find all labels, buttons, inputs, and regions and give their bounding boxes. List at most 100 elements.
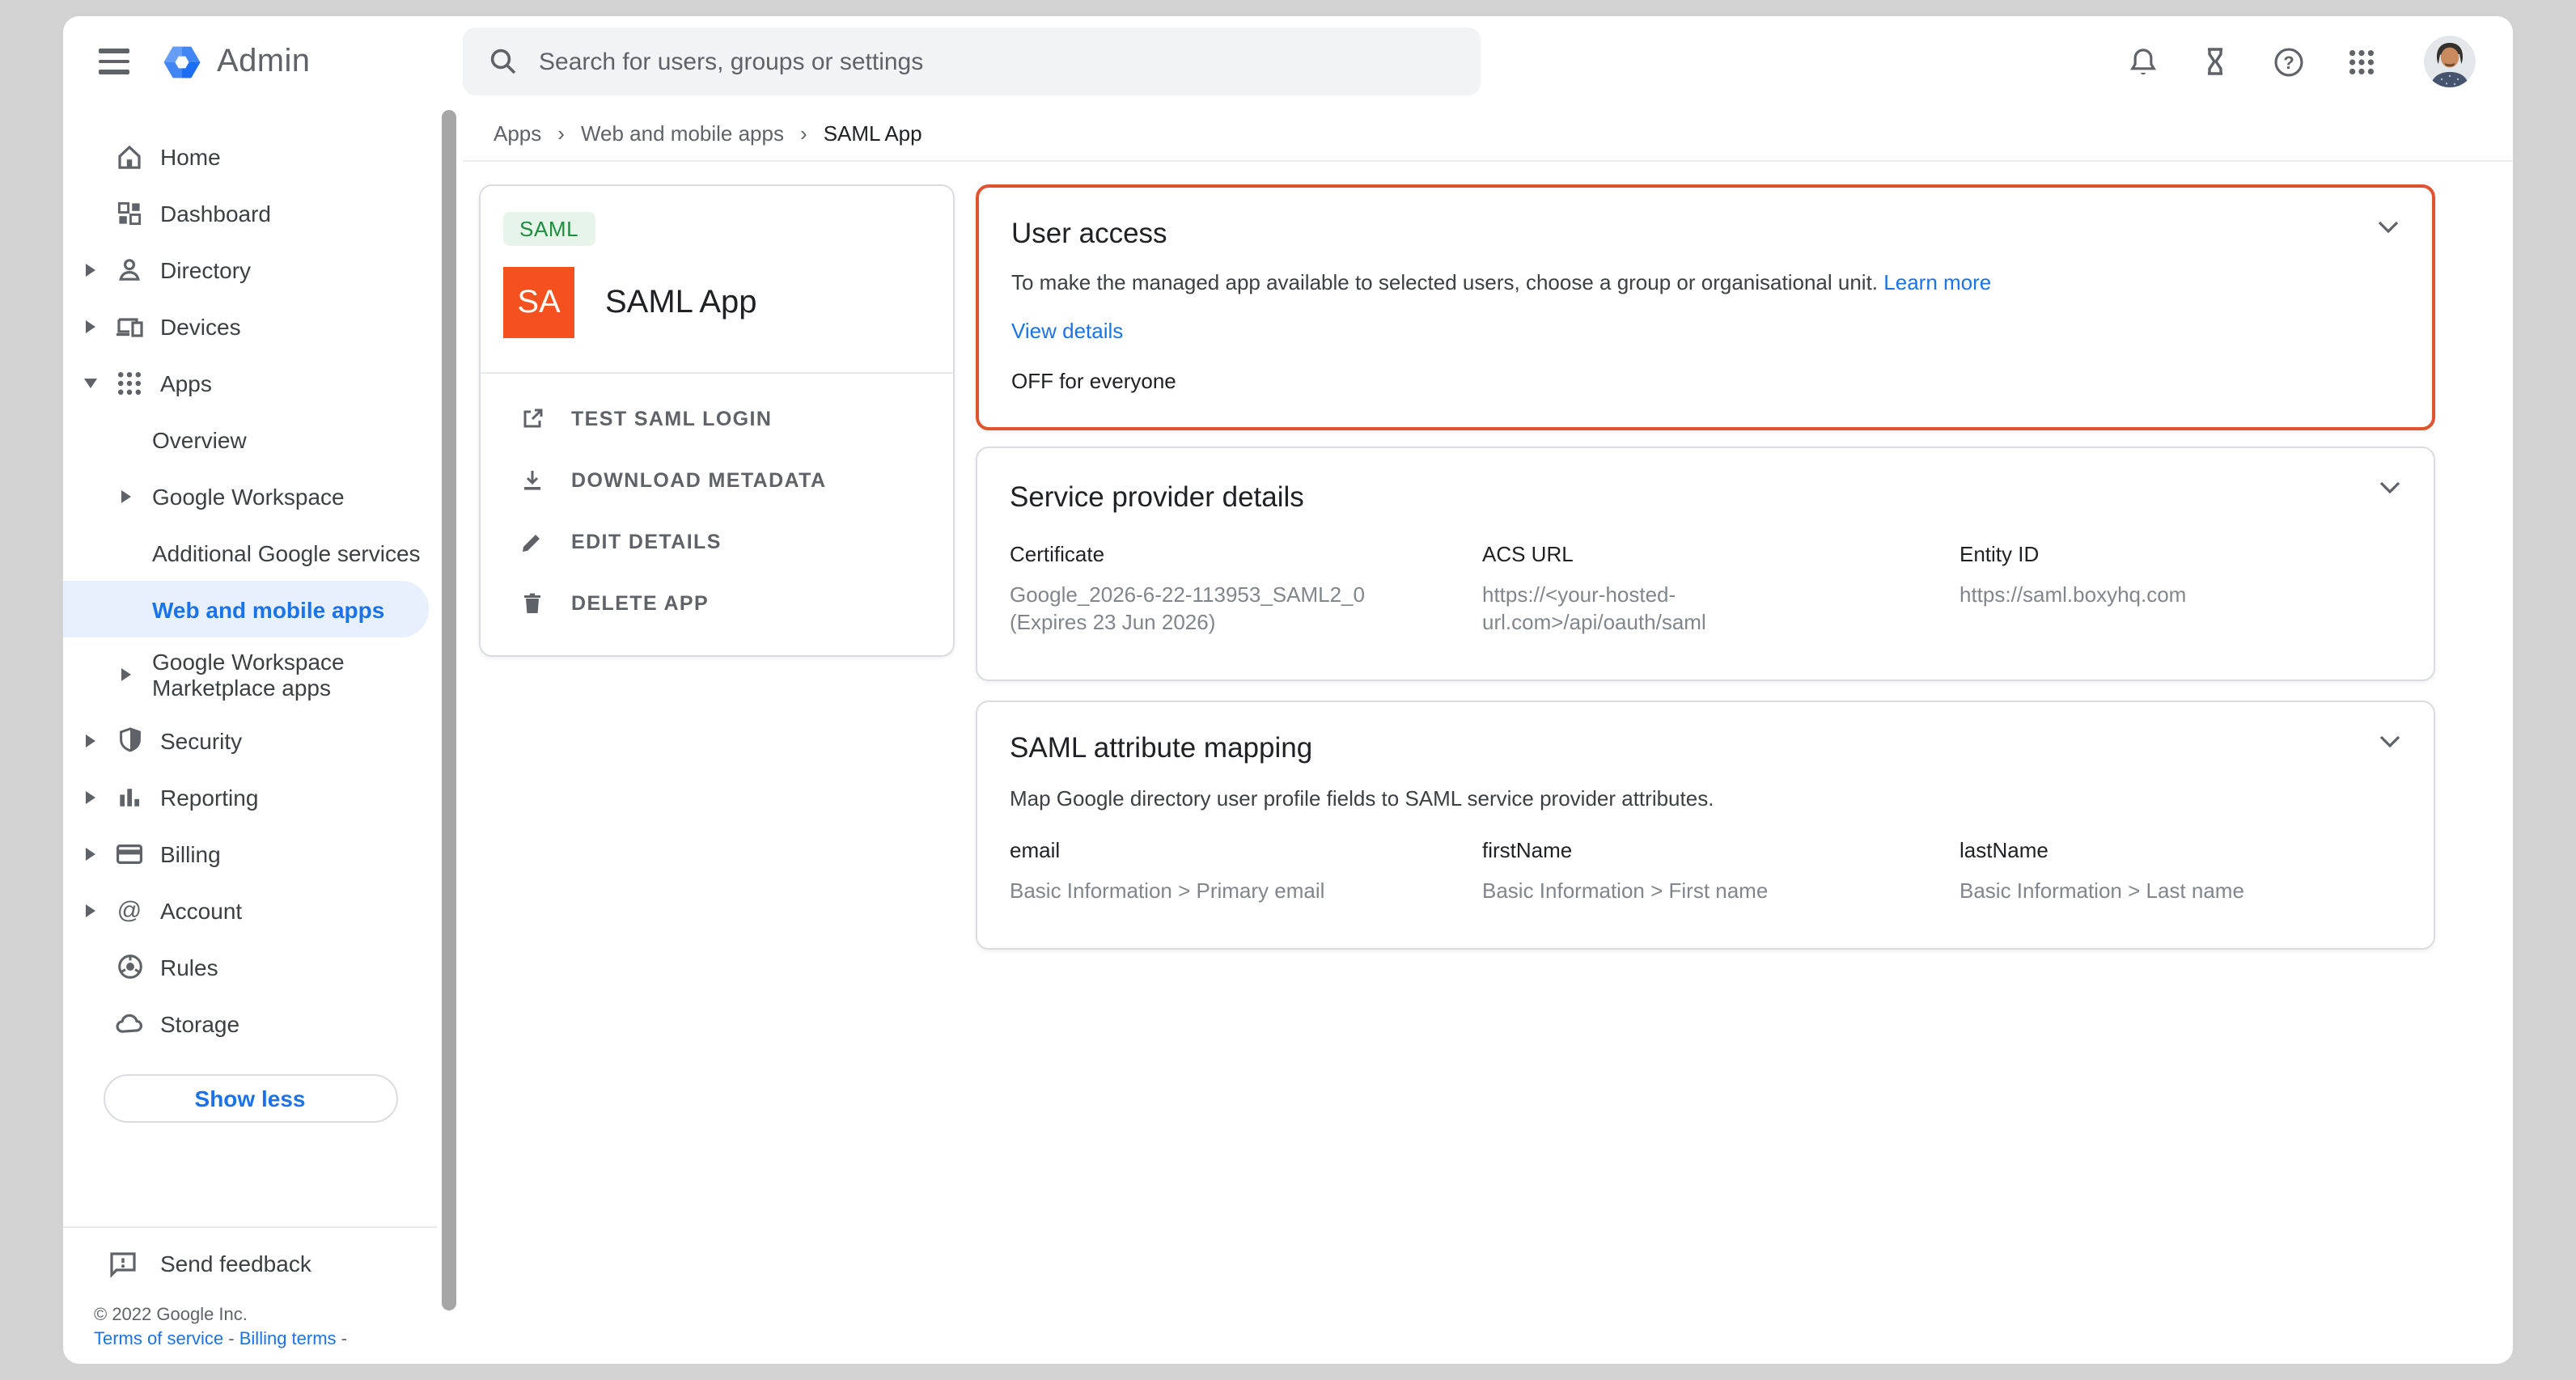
attribute-name: lastName — [1960, 838, 2401, 862]
sidebar-item-account[interactable]: @ Account — [63, 882, 437, 938]
svg-text:?: ? — [2282, 52, 2293, 72]
at-icon: @ — [113, 894, 146, 926]
field-label: Entity ID — [1960, 542, 2401, 566]
admin-logo-icon — [160, 40, 204, 83]
certificate-field: Certificate Google_2026-6-22-113953_SAML… — [1010, 542, 1482, 636]
admin-logo[interactable]: Admin — [160, 40, 310, 83]
user-access-description: To make the managed app available to sel… — [1011, 270, 1878, 294]
sidebar-item-apps[interactable]: Apps — [63, 354, 437, 411]
chevron-down-icon[interactable] — [2379, 480, 2401, 495]
search-icon — [487, 45, 519, 78]
field-label: Certificate — [1010, 542, 1482, 566]
sidebar-item-dashboard[interactable]: Dashboard — [63, 184, 437, 241]
learn-more-link[interactable]: Learn more — [1883, 270, 1991, 294]
sidebar-item-google-workspace[interactable]: Google Workspace — [63, 468, 437, 524]
app-monogram: SA — [503, 267, 574, 338]
sidebar-item-billing[interactable]: Billing — [63, 825, 437, 882]
sidebar-item-home[interactable]: Home — [63, 128, 437, 184]
breadcrumb-apps[interactable]: Apps — [494, 121, 541, 146]
person-icon — [113, 253, 146, 286]
mapping-email: email Basic Information > Primary email — [1010, 838, 1482, 904]
breadcrumb: Apps › Web and mobile apps › SAML App — [463, 107, 2513, 162]
service-provider-details-card: Service provider details Certificate Goo… — [976, 447, 2435, 681]
attribute-name: email — [1010, 838, 1482, 862]
field-value: Google_2026-6-22-113953_SAML2_0 — [1010, 581, 1414, 608]
mapping-lastname: lastName Basic Information > Last name — [1960, 838, 2401, 904]
billing-terms-link[interactable]: Billing terms — [239, 1330, 337, 1349]
bar-chart-icon — [113, 782, 146, 811]
credit-card-icon — [113, 837, 146, 870]
product-name: Admin — [217, 43, 310, 80]
detail-cards-column: User access To make the managed app avai… — [976, 184, 2435, 950]
sidebar-item-web-and-mobile-apps[interactable]: Web and mobile apps — [63, 581, 429, 637]
field-value: https://<your-hosted- — [1482, 581, 1887, 608]
sidebar-footer: Send feedback © 2022 Google Inc. Terms o… — [63, 1226, 437, 1364]
body-split: Home Dashboard Directory — [63, 107, 2513, 1364]
sidebar-item-storage[interactable]: Storage — [63, 995, 437, 1052]
cloud-icon — [113, 1007, 146, 1039]
test-saml-login-button[interactable]: TEST SAML LOGIN — [481, 388, 953, 450]
delete-app-button[interactable]: DELETE APP — [481, 573, 953, 634]
attribute-mapping-description: Map Google directory user profile fields… — [1010, 786, 2401, 811]
send-feedback-label: Send feedback — [160, 1251, 311, 1276]
edit-details-button[interactable]: EDIT DETAILS — [481, 511, 953, 573]
app-name: SAML App — [605, 284, 757, 321]
chevron-down-icon[interactable] — [2379, 734, 2401, 749]
field-value: https://saml.boxyhq.com — [1960, 581, 2364, 608]
sidebar-item-rules[interactable]: Rules — [63, 938, 437, 995]
collapse-arrow-icon — [78, 378, 104, 387]
help-icon[interactable]: ? — [2269, 42, 2307, 81]
saml-attribute-mapping-card: SAML attribute mapping Map Google direct… — [976, 701, 2435, 950]
shield-icon — [113, 725, 146, 756]
show-less-button[interactable]: Show less — [103, 1074, 397, 1123]
download-icon — [519, 468, 545, 493]
sidebar-item-devices[interactable]: Devices — [63, 298, 437, 354]
screen: Admin — [0, 0, 2576, 1380]
user-access-title: User access — [1011, 217, 2354, 251]
expand-arrow-icon — [113, 668, 139, 681]
sidebar-item-security[interactable]: Security — [63, 712, 437, 768]
sidebar-item-directory[interactable]: Directory — [63, 241, 437, 298]
field-value: (Expires 23 Jun 2026) — [1010, 608, 1414, 636]
field-label: ACS URL — [1482, 542, 1960, 566]
breadcrumb-current-page: SAML App — [824, 121, 922, 146]
breadcrumb-web-and-mobile-apps[interactable]: Web and mobile apps — [581, 121, 784, 146]
user-avatar[interactable] — [2424, 36, 2476, 87]
breadcrumb-separator-icon: › — [557, 121, 565, 146]
expand-arrow-icon — [78, 904, 104, 916]
user-access-status: OFF for everyone — [1011, 369, 2354, 393]
notifications-bell-icon[interactable] — [2123, 42, 2162, 81]
tasks-hourglass-icon[interactable] — [2196, 42, 2235, 81]
expand-arrow-icon — [113, 489, 139, 502]
sidebar-item-overview[interactable]: Overview — [63, 411, 437, 468]
terms-of-service-link[interactable]: Terms of service — [94, 1330, 223, 1349]
entity-id-field: Entity ID https://saml.boxyhq.com — [1960, 542, 2401, 636]
trailing-dash: - — [341, 1330, 347, 1349]
link-separator: - — [228, 1330, 234, 1349]
search-input[interactable] — [463, 28, 1481, 95]
mapping-firstname: firstName Basic Information > First name — [1482, 838, 1960, 904]
mapped-field: Basic Information > Primary email — [1010, 877, 1414, 904]
sidebar-nav: Home Dashboard Directory — [63, 107, 437, 1364]
expand-arrow-icon — [78, 790, 104, 803]
dashboard-icon — [113, 198, 146, 227]
send-feedback-button[interactable]: Send feedback — [63, 1228, 437, 1299]
acs-url-field: ACS URL https://<your-hosted- url.com>/a… — [1482, 542, 1960, 636]
sidebar-item-additional-google-services[interactable]: Additional Google services — [63, 524, 437, 581]
hamburger-menu-icon[interactable] — [94, 42, 133, 81]
mapped-field: Basic Information > Last name — [1960, 877, 2364, 904]
sidebar-scrollbar-track — [437, 107, 463, 1364]
copyright-text: © 2022 Google Inc. — [94, 1306, 437, 1325]
page-content: SAML SA SAML App TEST SAML LOGIN — [463, 162, 2513, 1364]
expand-arrow-icon — [78, 847, 104, 860]
sidebar-scrollbar-thumb[interactable] — [442, 110, 456, 1310]
app-card-header: SAML SA SAML App — [481, 186, 953, 372]
chevron-down-icon[interactable] — [2377, 220, 2400, 235]
download-metadata-button[interactable]: DOWNLOAD METADATA — [481, 450, 953, 511]
sidebar-item-gw-marketplace-apps[interactable]: Google Workspace Marketplace apps — [63, 637, 437, 712]
apps-grid-icon[interactable] — [2341, 42, 2380, 81]
view-details-link[interactable]: View details — [1011, 319, 1123, 343]
admin-console-window: Admin — [63, 16, 2513, 1364]
helm-icon — [113, 951, 146, 982]
sidebar-item-reporting[interactable]: Reporting — [63, 768, 437, 825]
